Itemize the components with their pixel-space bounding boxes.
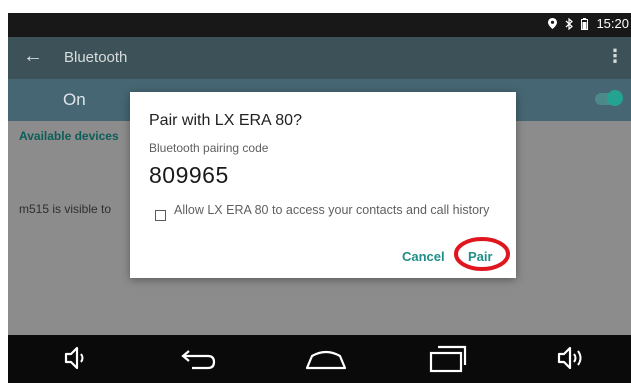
- bluetooth-icon: [565, 17, 574, 30]
- app-title: Bluetooth: [64, 49, 128, 66]
- overflow-menu-icon[interactable]: ⋮: [606, 47, 624, 65]
- cancel-button[interactable]: Cancel: [402, 249, 445, 264]
- volume-up-icon[interactable]: [556, 345, 590, 376]
- navigation-bar: [8, 335, 631, 383]
- dialog-title: Pair with LX ERA 80?: [149, 112, 302, 129]
- home-icon[interactable]: [304, 345, 348, 376]
- back-icon[interactable]: [180, 345, 218, 376]
- back-arrow-icon[interactable]: ←: [23, 46, 43, 66]
- pairing-code-label: Bluetooth pairing code: [149, 141, 269, 155]
- pairing-dialog: Pair with LX ERA 80? Bluetooth pairing c…: [130, 92, 516, 278]
- contacts-access-checkbox[interactable]: [155, 210, 166, 221]
- app-bar: ← Bluetooth ⋮: [8, 37, 631, 79]
- pairing-code: 809965: [149, 162, 229, 188]
- available-devices-header: Available devices: [19, 129, 119, 143]
- battery-icon: [581, 17, 589, 30]
- volume-down-icon[interactable]: [63, 345, 91, 376]
- contacts-access-label[interactable]: Allow LX ERA 80 to access your contacts …: [174, 203, 494, 217]
- toggle-label: On: [63, 90, 86, 109]
- recent-apps-icon[interactable]: [428, 345, 468, 378]
- clock: 15:20: [596, 16, 629, 31]
- highlight-circle: [454, 237, 510, 271]
- bluetooth-switch[interactable]: [595, 90, 623, 106]
- visibility-text: m515 is visible to: [19, 202, 112, 216]
- status-icons: 15:20: [548, 16, 629, 31]
- location-icon: [548, 18, 558, 29]
- switch-knob: [607, 90, 623, 106]
- status-bar: 15:20: [8, 13, 631, 37]
